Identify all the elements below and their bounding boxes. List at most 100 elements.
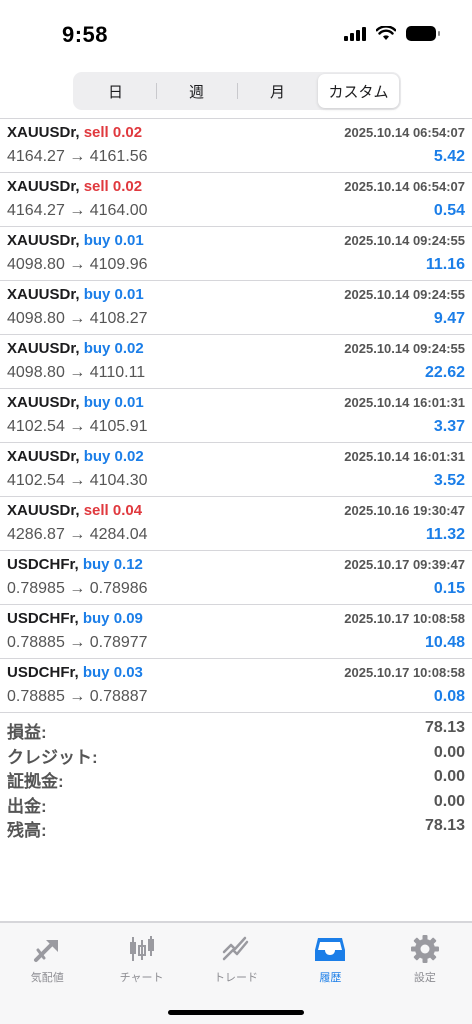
deal-row[interactable]: XAUUSDr, buy 0.02 2025.10.14 09:24:55 4098… xyxy=(0,335,472,389)
deal-row[interactable]: USDCHFr, buy 0.12 2025.10.17 09:39:47 0.78… xyxy=(0,551,472,605)
segment-week[interactable]: 週 xyxy=(156,74,237,108)
deal-prices: 0.78885 → 0.78887 xyxy=(7,688,148,705)
deal-time: 2025.10.17 10:08:58 xyxy=(344,665,465,680)
deal-symbol-name: XAUUSDr, xyxy=(7,232,80,249)
deal-time: 2025.10.17 09:39:47 xyxy=(344,557,465,572)
tab-history[interactable]: 履歴 xyxy=(283,923,377,1024)
settings-icon xyxy=(409,933,441,965)
deal-prices: 0.78885 → 0.78977 xyxy=(7,634,148,651)
battery-icon xyxy=(406,26,440,41)
tab-chart-label: チャート xyxy=(119,972,164,984)
deal-prices: 4102.54 → 4104.30 xyxy=(7,472,148,489)
deal-prices: 0.78985 → 0.78986 xyxy=(7,580,148,597)
summary-section: 損益: 78.13 クレジット: 0.00 証拠金: 0.00 出金: 0.00 残高: 78.1… xyxy=(0,716,472,840)
summary-label: クレジット: xyxy=(7,747,98,767)
deal-symbol-name: XAUUSDr, xyxy=(7,124,80,141)
deal-list: XAUUSDr, sell 0.02 2025.10.14 06:54:07 416… xyxy=(0,118,472,713)
deal-symbol-name: XAUUSDr, xyxy=(7,340,80,357)
tab-chart[interactable]: チャート xyxy=(94,923,188,1024)
deal-symbol-name: XAUUSDr, xyxy=(7,502,80,519)
deal-symbol: XAUUSDr, sell 0.02 xyxy=(7,178,142,195)
deal-symbol: XAUUSDr, sell 0.02 xyxy=(7,124,142,141)
deal-symbol-name: XAUUSDr, xyxy=(7,394,80,411)
deal-row[interactable]: XAUUSDr, buy 0.01 2025.10.14 09:24:55 4098… xyxy=(0,281,472,335)
deal-row[interactable]: XAUUSDr, buy 0.01 2025.10.14 16:01:31 4102… xyxy=(0,389,472,443)
deal-profit: 9.47 xyxy=(433,310,465,327)
history-icon xyxy=(314,933,346,965)
segment-day[interactable]: 日 xyxy=(75,74,156,108)
summary-value: 78.13 xyxy=(424,719,465,736)
summary-row: 証拠金: 0.00 xyxy=(0,765,472,791)
summary-row: クレジット: 0.00 xyxy=(0,741,472,767)
deal-time: 2025.10.14 16:01:31 xyxy=(344,449,465,464)
deal-symbol: USDCHFr, buy 0.12 xyxy=(7,556,143,573)
deal-profit: 3.52 xyxy=(433,472,465,489)
deal-symbol: USDCHFr, buy 0.03 xyxy=(7,664,143,681)
deal-time: 2025.10.14 06:54:07 xyxy=(344,125,465,140)
deal-symbol: XAUUSDr, buy 0.01 xyxy=(7,232,144,249)
deal-symbol-name: USDCHFr, xyxy=(7,610,79,627)
deal-side-volume: buy 0.12 xyxy=(82,556,143,573)
summary-row: 出金: 0.00 xyxy=(0,790,472,816)
summary-row: 残高: 78.13 xyxy=(0,814,472,840)
summary-value: 0.00 xyxy=(433,743,465,761)
deal-profit: 5.42 xyxy=(433,148,465,165)
deal-time: 2025.10.14 09:24:55 xyxy=(344,233,465,248)
deal-profit: 3.37 xyxy=(433,418,465,435)
chart-icon xyxy=(126,933,158,965)
deal-time: 2025.10.14 09:24:55 xyxy=(344,341,465,356)
deal-side-volume: sell 0.02 xyxy=(83,178,143,195)
deal-symbol: XAUUSDr, buy 0.01 xyxy=(7,286,144,303)
deal-row[interactable]: XAUUSDr, sell 0.02 2025.10.14 06:54:07 416… xyxy=(0,173,472,227)
summary-label: 証拠金: xyxy=(7,772,64,791)
deal-side-volume: buy 0.09 xyxy=(82,610,143,627)
tab-history-label: 履歴 xyxy=(319,972,342,984)
deal-symbol: XAUUSDr, buy 0.02 xyxy=(7,340,144,357)
segment-month[interactable]: 月 xyxy=(237,74,318,108)
status-time: 9:58 xyxy=(62,22,109,47)
summary-label: 残高: xyxy=(7,821,47,840)
deal-time: 2025.10.14 16:01:31 xyxy=(344,395,465,410)
summary-label: 出金: xyxy=(7,796,47,816)
quotes-icon xyxy=(31,933,63,965)
tab-trade[interactable]: トレード xyxy=(189,923,283,1024)
status-icons xyxy=(344,26,440,41)
deal-side-volume: buy 0.02 xyxy=(83,448,144,465)
tab-quotes-label: 気配値 xyxy=(30,972,64,984)
deal-symbol: XAUUSDr, buy 0.01 xyxy=(7,394,144,411)
wifi-icon xyxy=(376,26,396,40)
deal-profit: 0.15 xyxy=(433,580,465,597)
trade-icon xyxy=(220,933,252,965)
deal-side-volume: buy 0.01 xyxy=(83,286,144,303)
deal-symbol: USDCHFr, buy 0.09 xyxy=(7,610,143,627)
status-bar: 9:58 xyxy=(0,0,472,70)
deal-prices: 4098.80 → 4108.27 xyxy=(7,310,148,327)
deal-row[interactable]: USDCHFr, buy 0.03 2025.10.17 10:08:58 0.78… xyxy=(0,659,472,713)
tab-settings[interactable]: 設定 xyxy=(378,923,472,1024)
deal-time: 2025.10.14 06:54:07 xyxy=(344,179,465,194)
deal-symbol-name: XAUUSDr, xyxy=(7,286,80,303)
tab-trade-label: トレード xyxy=(214,972,259,984)
deal-profit: 11.16 xyxy=(425,256,465,273)
deal-symbol-name: USDCHFr, xyxy=(7,556,79,573)
deal-side-volume: buy 0.02 xyxy=(83,340,144,357)
deal-profit: 22.62 xyxy=(424,364,465,381)
deal-symbol: XAUUSDr, sell 0.04 xyxy=(7,502,142,519)
cellular-signal-icon xyxy=(344,26,366,41)
summary-value: 0.00 xyxy=(433,768,465,785)
deal-row[interactable]: XAUUSDr, sell 0.04 2025.10.16 19:30:47 428… xyxy=(0,497,472,551)
deal-prices: 4164.27 → 4164.00 xyxy=(7,202,148,219)
deal-symbol: XAUUSDr, buy 0.02 xyxy=(7,448,144,465)
deal-row[interactable]: XAUUSDr, buy 0.01 2025.10.14 09:24:55 4098… xyxy=(0,227,472,281)
deal-symbol-name: XAUUSDr, xyxy=(7,448,80,465)
deal-row[interactable]: XAUUSDr, sell 0.02 2025.10.14 06:54:07 416… xyxy=(0,119,472,173)
summary-value: 78.13 xyxy=(424,817,465,834)
deal-profit: 0.54 xyxy=(433,202,465,219)
deal-side-volume: sell 0.04 xyxy=(83,502,143,519)
period-segmented-control: 日 週 月 カスタム xyxy=(73,72,401,110)
segment-custom[interactable]: カスタム xyxy=(318,74,399,108)
deal-row[interactable]: XAUUSDr, buy 0.02 2025.10.14 16:01:31 4102… xyxy=(0,443,472,497)
deal-side-volume: buy 0.01 xyxy=(83,232,144,249)
deal-row[interactable]: USDCHFr, buy 0.09 2025.10.17 10:08:58 0.78… xyxy=(0,605,472,659)
tab-quotes[interactable]: 気配値 xyxy=(0,923,94,1024)
